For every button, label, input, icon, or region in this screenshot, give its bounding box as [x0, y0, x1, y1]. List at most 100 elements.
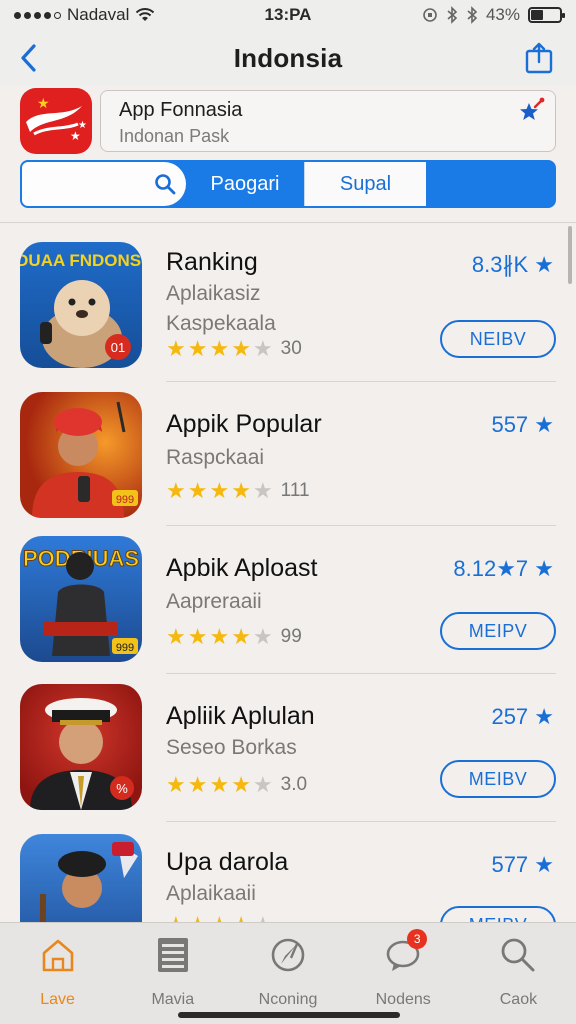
star-icon: ★ — [166, 624, 186, 649]
app-score: 557 ★ — [491, 412, 554, 437]
app-subtitle: Seseo Borkas — [166, 736, 297, 759]
app-icon-apbik-aploast: PODRIUAS 999 — [20, 536, 142, 662]
star-icon: ★ — [209, 772, 230, 797]
bluetooth-icon — [447, 6, 458, 24]
app-icon-caption: RIDUAA FNDONSIIN — [20, 251, 142, 270]
featured-app-card[interactable]: ★ ★ ★ App Fonnasia Indonan Pask — [20, 88, 556, 154]
tab-nconing[interactable]: Nconing — [230, 923, 345, 1024]
get-button[interactable]: MEIPV — [440, 612, 556, 650]
page-title: Indonsia — [233, 42, 343, 73]
tab-caok[interactable]: Caok — [461, 923, 576, 1024]
star-icon: ★ — [209, 624, 230, 649]
star-pin-icon — [520, 97, 545, 120]
compass-icon — [266, 933, 310, 977]
news-icon — [151, 933, 195, 977]
carrier-name: Nadaval — [67, 5, 130, 24]
tab-bar: Lave Mavia Nconing 3 Nodens Caok — [0, 922, 576, 1024]
app-subtitle: Aapreraaii — [166, 590, 262, 613]
tab-mavia[interactable]: Mavia — [115, 923, 230, 1024]
app-title: Ranking — [166, 248, 258, 276]
battery-percent: 43% — [485, 5, 520, 24]
tab-nodens[interactable]: 3 Nodens — [346, 923, 461, 1024]
divider — [166, 821, 556, 822]
battery-icon — [528, 7, 565, 23]
app-icon-ranking: RIDUAA FNDONSIIN 01 — [20, 242, 142, 368]
svg-text:★: ★ — [70, 129, 81, 143]
app-score: 577 ★ — [491, 852, 554, 877]
tab-label: Caok — [499, 991, 538, 1008]
segment-tab-paogari[interactable]: Paogari — [186, 162, 304, 206]
back-button[interactable] — [14, 40, 44, 76]
svg-text:★: ★ — [37, 96, 50, 112]
list-item[interactable]: 999 Appik Popular Raspckaai ★ ★ ★ ★ ★ 111 557… — [0, 392, 576, 536]
app-subtitle: Raspckaai — [166, 446, 265, 469]
app-score: 257 ★ — [491, 704, 554, 729]
star-icon: ★ — [252, 336, 273, 361]
star-icon: ★ — [252, 772, 273, 797]
list-item[interactable]: % Apliik Aplulan Seseo Borkas ★ ★ ★ ★ ★ 3.0 2… — [0, 684, 576, 828]
review-count: 30 — [280, 338, 302, 359]
list-item[interactable]: PODRIUAS 999 Apbik Aploast Aapreraaii ★★… — [0, 536, 576, 680]
star-icon: ★ — [252, 624, 273, 649]
rating-stars: ★ ★ ★ ★ ★ 99 — [166, 626, 302, 648]
tab-lave[interactable]: Lave — [0, 923, 115, 1024]
home-indicator[interactable] — [178, 1012, 400, 1018]
app-category: Kaspekaala — [166, 312, 276, 335]
star-icon: ★ — [187, 772, 208, 797]
chat-icon: 3 — [381, 929, 428, 977]
status-bar: Nadaval 13:PA 43% — [0, 0, 576, 30]
chevron-left-icon — [21, 44, 36, 72]
status-time: 13:PA — [264, 5, 312, 24]
segment-control: Paogari Supal — [20, 160, 556, 208]
segment-filler — [426, 162, 554, 206]
app-icon-badge: % — [116, 781, 128, 796]
tab-label: Mavia — [151, 991, 195, 1008]
share-button[interactable] — [522, 40, 556, 76]
rating-stars: ★ ★ ★ ★ ★ 111 — [166, 480, 310, 502]
get-button[interactable]: NEIBV — [440, 320, 556, 358]
featured-app-name: App Fonnasia — [119, 99, 243, 121]
app-icon-badge: 999 — [116, 642, 134, 654]
orientation-lock-icon — [423, 8, 437, 22]
divider — [166, 381, 556, 382]
app-title: Apbik Aploast — [166, 554, 318, 582]
search-field[interactable] — [22, 162, 186, 206]
app-icon-badge: 01 — [111, 340, 125, 355]
star-icon: ★ — [231, 772, 251, 797]
divider — [0, 222, 576, 223]
star-icon: ★ — [231, 478, 251, 503]
featured-app-info: App Fonnasia Indonan Pask — [100, 90, 556, 152]
list-item[interactable]: RIDUAA FNDONSIIN 01 Ranking Aplaikasiz K… — [0, 242, 576, 386]
star-icon: ★ — [166, 478, 186, 503]
star-icon: ★ — [187, 478, 208, 503]
search-icon — [155, 174, 176, 195]
review-count: 111 — [280, 480, 310, 501]
segment-tab-supal[interactable]: Supal — [304, 162, 426, 206]
svg-text:★: ★ — [78, 120, 87, 131]
divider — [166, 525, 556, 526]
get-button[interactable]: MEIBV — [440, 760, 556, 798]
featured-app-subtitle: Indonan Pask — [119, 126, 230, 146]
star-icon: ★ — [187, 624, 208, 649]
star-icon: ★ — [166, 772, 186, 797]
app-score: 8.3∦K ★ — [471, 252, 554, 277]
app-icon-appik-popular: 999 — [20, 392, 142, 518]
app-icon-badge: 999 — [116, 494, 134, 506]
star-icon: ★ — [231, 336, 251, 361]
notification-badge: 3 — [407, 929, 428, 949]
app-score: 8.12★7 ★ — [453, 556, 554, 581]
search-icon — [496, 933, 540, 977]
tab-label: Nodens — [375, 991, 431, 1008]
app-logo: ★ ★ ★ — [20, 88, 92, 154]
favorite-button[interactable] — [517, 97, 545, 130]
divider — [166, 673, 556, 674]
star-icon: ★ — [166, 336, 186, 361]
share-icon — [525, 42, 553, 74]
star-icon: ★ — [187, 336, 208, 361]
star-icon: ★ — [209, 336, 230, 361]
app-subtitle: Aplaikaaii — [166, 882, 256, 905]
wifi-icon — [136, 8, 155, 21]
app-title: Appik Popular — [166, 410, 322, 438]
star-icon: ★ — [231, 624, 251, 649]
app-icon-apliik-aplulan: % — [20, 684, 142, 810]
